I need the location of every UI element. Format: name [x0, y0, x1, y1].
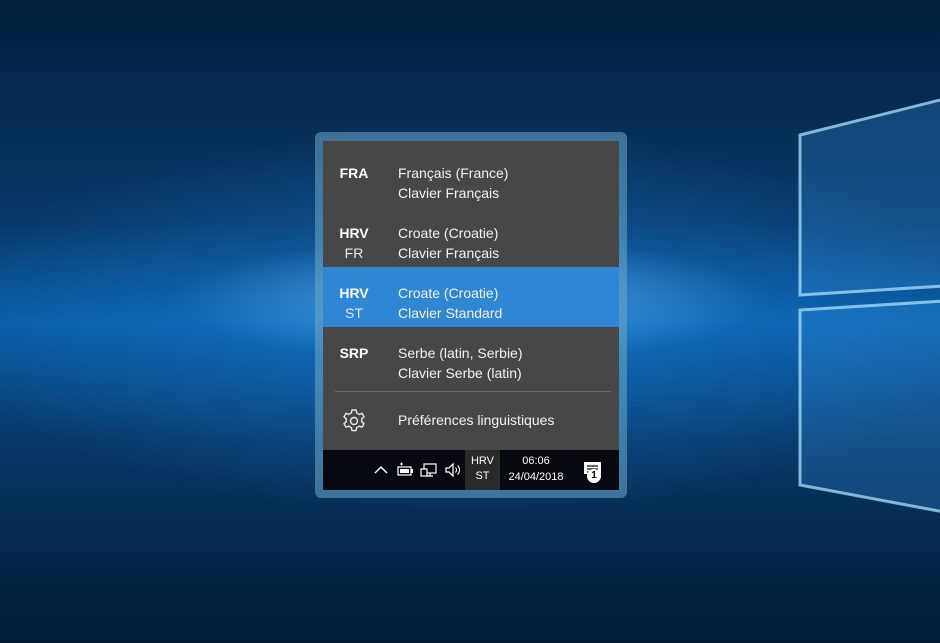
volume-icon[interactable] — [443, 460, 463, 480]
language-item-srp[interactable]: SRP Serbe (latin, Serbie) Clavier Serbe … — [323, 327, 619, 387]
language-item-hrv-st[interactable]: HRV ST Croate (Croatie) Clavier Standard — [323, 267, 619, 327]
keyboard-name: Clavier Français — [398, 185, 500, 201]
language-code: HRV — [339, 225, 369, 241]
windows-logo-wallpaper — [798, 98, 940, 513]
clock-button[interactable]: 06:06 24/04/2018 — [503, 450, 569, 490]
notification-count-badge: 1 — [587, 469, 601, 483]
chevron-up-icon[interactable] — [371, 460, 391, 480]
battery-icon[interactable] — [395, 460, 415, 480]
input-language-flyout: FRA Français (France) Clavier Français H… — [323, 141, 619, 450]
language-variant: FR — [344, 245, 364, 261]
input-indicator-language: HRV — [470, 455, 495, 467]
clock-time: 06:06 — [522, 455, 550, 467]
gear-icon — [343, 409, 365, 432]
language-name: Croate (Croatie) — [398, 225, 499, 241]
input-indicator-button[interactable]: HRV ST — [465, 450, 500, 490]
network-icon[interactable] — [419, 460, 439, 480]
taskbar: HRV ST 06:06 24/04/2018 1 — [323, 450, 619, 490]
language-item-hrv-fr[interactable]: HRV FR Croate (Croatie) Clavier Français — [323, 207, 619, 267]
menu-divider — [335, 391, 611, 392]
input-indicator-layout: ST — [475, 470, 490, 482]
language-item-fra[interactable]: FRA Français (France) Clavier Français — [323, 147, 619, 207]
language-code: SRP — [339, 345, 369, 361]
keyboard-name: Clavier Standard — [398, 305, 503, 321]
clock-date: 24/04/2018 — [508, 471, 564, 483]
language-name: Serbe (latin, Serbie) — [398, 345, 523, 361]
language-code: FRA — [339, 165, 369, 181]
language-name: Croate (Croatie) — [398, 285, 499, 301]
preferences-label: Préférences linguistiques — [398, 412, 555, 428]
keyboard-name: Clavier Français — [398, 245, 500, 261]
language-preferences-link[interactable]: Préférences linguistiques — [323, 393, 619, 447]
language-code: HRV — [339, 285, 369, 301]
language-variant: ST — [345, 305, 363, 321]
keyboard-name: Clavier Serbe (latin) — [398, 365, 522, 381]
language-name: Français (France) — [398, 165, 509, 181]
